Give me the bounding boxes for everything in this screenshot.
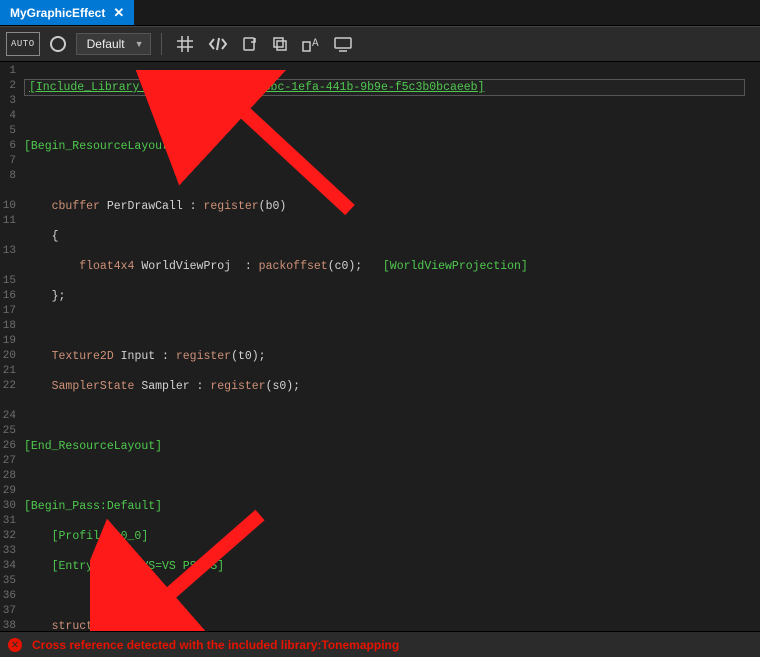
line-number: 20: [0, 349, 16, 364]
directive: [Begin_ResourceLayout]: [24, 140, 176, 153]
directive: [Begin_Pass:Default]: [24, 500, 162, 513]
status-bar: ✕ Cross reference detected with the incl…: [0, 631, 760, 657]
line-number: 11: [0, 214, 16, 229]
error-icon[interactable]: ✕: [8, 638, 22, 652]
line-number: 18: [0, 319, 16, 334]
line-number: 32: [0, 529, 16, 544]
line-number: 24: [0, 409, 16, 424]
line-number: 37: [0, 604, 16, 619]
line-number: 7: [0, 154, 16, 169]
line-number: 1: [0, 64, 16, 79]
line-number: 25: [0, 424, 16, 439]
line-number: 15: [0, 274, 16, 289]
line-number: 36: [0, 589, 16, 604]
line-number: [0, 229, 16, 244]
line-number: 29: [0, 484, 16, 499]
line-number: 38: [0, 619, 16, 630]
line-number: 26: [0, 439, 16, 454]
line-number: [0, 259, 16, 274]
line-number: 34: [0, 559, 16, 574]
directive: [End_ResourceLayout]: [24, 440, 162, 453]
record-button[interactable]: [46, 32, 70, 56]
line-number: 30: [0, 499, 16, 514]
export-icon[interactable]: [238, 32, 262, 56]
line-number: 31: [0, 514, 16, 529]
monitor-icon[interactable]: [330, 32, 356, 56]
circle-icon: [50, 36, 66, 52]
line-number: 19: [0, 334, 16, 349]
grid-icon[interactable]: [172, 32, 198, 56]
line-number: 35: [0, 574, 16, 589]
line-number: 10: [0, 199, 16, 214]
close-icon[interactable]: ✕: [113, 5, 124, 21]
copy-icon[interactable]: [268, 32, 292, 56]
line-number: 21: [0, 364, 16, 379]
dropdown-label: Default: [87, 37, 125, 51]
line-number: 13: [0, 244, 16, 259]
code-editor[interactable]: 1 2 3 4 5 6 7 8 10 11 13 15 16 17 18 19 …: [0, 62, 760, 630]
line-number: 28: [0, 469, 16, 484]
line-gutter: 1 2 3 4 5 6 7 8 10 11 13 15 16 17 18 19 …: [0, 62, 20, 630]
text-tool-icon[interactable]: A: [298, 32, 324, 56]
line-number: 16: [0, 289, 16, 304]
code-area[interactable]: [Include_Library Tonemapping d42f43bc-1e…: [20, 62, 760, 630]
tab-mygraphiceffect[interactable]: MyGraphicEffect ✕: [0, 0, 134, 25]
svg-text:A: A: [312, 38, 319, 50]
separator: [161, 33, 162, 55]
line-number: 2: [0, 79, 16, 94]
line-number: 33: [0, 544, 16, 559]
pass-dropdown[interactable]: Default ▼: [76, 33, 151, 55]
auto-button[interactable]: AUTO: [6, 32, 40, 56]
line-number: 6: [0, 139, 16, 154]
chevron-down-icon: ▼: [135, 39, 144, 49]
line-number: 27: [0, 454, 16, 469]
line-number: [0, 184, 16, 199]
line-number: 5: [0, 124, 16, 139]
line-number: 8: [0, 169, 16, 184]
code-icon[interactable]: [204, 32, 232, 56]
include-directive: [Include_Library Tonemapping d42f43bc-1e…: [24, 79, 745, 96]
tab-title: MyGraphicEffect: [10, 6, 105, 20]
line-number: 3: [0, 94, 16, 109]
line-number: [0, 394, 16, 409]
tab-bar: MyGraphicEffect ✕: [0, 0, 760, 26]
line-number: 22: [0, 379, 16, 394]
error-message: Cross reference detected with the includ…: [32, 638, 399, 652]
line-number: 17: [0, 304, 16, 319]
line-number: 4: [0, 109, 16, 124]
toolbar: AUTO Default ▼ A: [0, 26, 760, 62]
